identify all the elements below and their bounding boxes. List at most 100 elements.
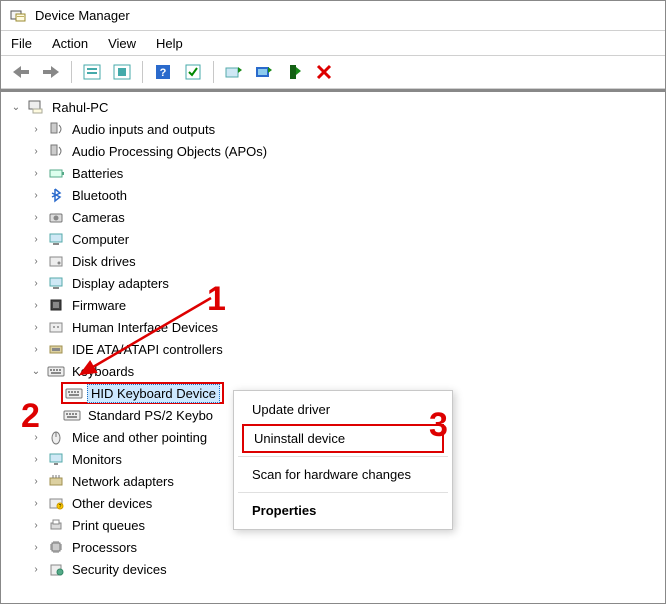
tree-category-label: Bluetooth [69,187,130,204]
tree-category-label: Firmware [69,297,129,314]
menu-help[interactable]: Help [156,36,183,51]
tree-item-hid-keyboard[interactable]: HID Keyboard Device [61,382,224,404]
add-legacy-button[interactable] [280,58,308,86]
category-icon: ? [47,494,65,512]
category-icon [47,560,65,578]
chevron-right-icon[interactable]: › [29,320,43,334]
keyboard-icon [47,362,65,380]
chevron-right-icon[interactable]: › [29,430,43,444]
menu-view[interactable]: View [108,36,136,51]
tree-category[interactable]: ›Processors [1,536,665,558]
category-icon [47,428,65,446]
category-icon [47,296,65,314]
tree-category[interactable]: › Batteries [1,162,665,184]
tree-category-label: Batteries [69,165,126,182]
chevron-right-icon[interactable]: › [29,254,43,268]
tree-root[interactable]: ⌄ Rahul-PC [1,96,665,118]
chevron-right-icon[interactable]: › [29,298,43,312]
keyboard-icon [65,384,83,402]
uninstall-button[interactable] [310,58,338,86]
tree-category[interactable]: › Disk drives [1,250,665,272]
tree-category-label: Monitors [69,451,125,468]
chevron-down-icon[interactable]: ⌄ [29,364,43,378]
title-bar: Device Manager [1,1,665,31]
tree-category-label: Display adapters [69,275,172,292]
tree-category-label: Network adapters [69,473,177,490]
svg-text:?: ? [59,504,62,510]
category-icon [47,120,65,138]
tree-category[interactable]: › Security devices [1,558,665,580]
tree-category-label: IDE ATA/ATAPI controllers [69,341,226,358]
properties-toolbar-button[interactable] [108,58,136,86]
tree-category[interactable]: › Firmware [1,294,665,316]
device-tree[interactable]: ⌄ Rahul-PC › Audio inputs and outputs › Aud… [1,89,665,603]
chevron-right-icon[interactable]: › [29,188,43,202]
tree-category[interactable]: › Computer [1,228,665,250]
category-icon [47,318,65,336]
ctx-properties[interactable]: Properties [234,496,452,525]
ctx-uninstall-device[interactable]: Uninstall device [242,424,444,453]
category-icon [47,164,65,182]
tree-category[interactable]: › Display adapters [1,272,665,294]
tree-category-label: Human Interface Devices [69,319,221,336]
category-icon [47,208,65,226]
context-menu: Update driver Uninstall device Scan for … [233,390,453,530]
chevron-right-icon[interactable]: › [29,144,43,158]
category-icon [47,230,65,248]
tree-category-keyboards[interactable]: ⌄ Keyboards [1,360,665,382]
chevron-right-icon[interactable]: › [29,276,43,290]
chevron-right-icon[interactable]: › [29,518,43,532]
menu-file[interactable]: File [11,36,32,51]
chevron-right-icon[interactable]: › [29,210,43,224]
chevron-down-icon[interactable]: ⌄ [9,100,23,114]
tree-item-label: Standard PS/2 Keybo [85,407,216,424]
tree-category[interactable]: › IDE ATA/ATAPI controllers [1,338,665,360]
category-icon [47,274,65,292]
tree-category-label: Keyboards [69,363,137,380]
tree-category-label: Audio Processing Objects (APOs) [69,143,270,160]
chevron-right-icon[interactable]: › [29,452,43,466]
menu-bar: File Action View Help [1,31,665,55]
category-icon [47,252,65,270]
update-driver-button[interactable] [220,58,248,86]
tree-category-label: Other devices [69,495,155,512]
toolbar: ? [1,55,665,89]
tree-category[interactable]: ›Cameras [1,206,665,228]
window-title: Device Manager [35,8,130,23]
tree-category-label: Audio inputs and outputs [69,121,218,138]
help-button[interactable]: ? [149,58,177,86]
category-icon [47,142,65,160]
tree-category[interactable]: › Bluetooth [1,184,665,206]
category-icon [47,516,65,534]
chevron-right-icon[interactable]: › [29,562,43,576]
category-icon [47,186,65,204]
ctx-update-driver[interactable]: Update driver [234,395,452,424]
tree-category-label: Disk drives [69,253,139,270]
tree-category-label: Mice and other pointing [69,429,210,446]
scan-hardware-button[interactable] [250,58,278,86]
devmgr-icon [9,7,27,25]
chevron-right-icon[interactable]: › [29,122,43,136]
toolbar-separator [71,61,72,83]
tree-item-label: HID Keyboard Device [87,384,220,403]
chevron-right-icon[interactable]: › [29,342,43,356]
prop-sheet-button[interactable] [179,58,207,86]
chevron-right-icon[interactable]: › [29,166,43,180]
category-icon [47,538,65,556]
tree-category[interactable]: › Audio inputs and outputs [1,118,665,140]
chevron-right-icon[interactable]: › [29,474,43,488]
category-icon [47,340,65,358]
tree-category-label: Computer [69,231,132,248]
chevron-right-icon[interactable]: › [29,496,43,510]
back-button[interactable] [7,58,35,86]
menu-action[interactable]: Action [52,36,88,51]
chevron-right-icon[interactable]: › [29,540,43,554]
tree-category[interactable]: › Human Interface Devices [1,316,665,338]
forward-button[interactable] [37,58,65,86]
tree-category-label: Security devices [69,561,170,578]
ctx-separator [238,456,448,457]
chevron-right-icon[interactable]: › [29,232,43,246]
show-hidden-button[interactable] [78,58,106,86]
tree-category[interactable]: › Audio Processing Objects (APOs) [1,140,665,162]
ctx-scan-hardware[interactable]: Scan for hardware changes [234,460,452,489]
